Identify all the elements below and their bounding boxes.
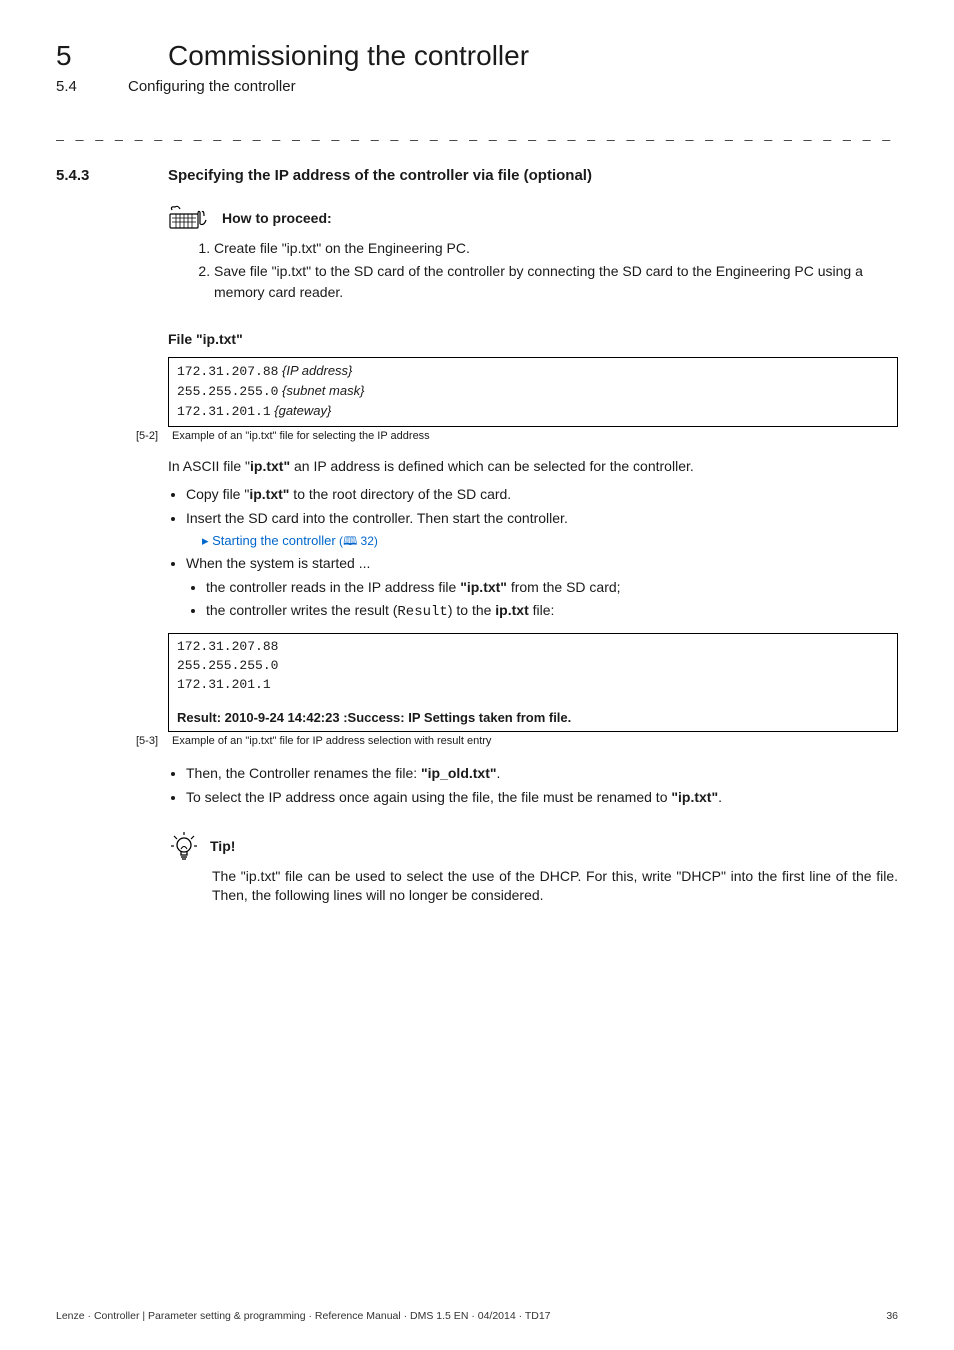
code-box-iptxt: 172.31.207.88 {IP address} 255.255.255.0… bbox=[168, 357, 898, 427]
code-line: 172.31.207.88 bbox=[177, 638, 889, 657]
list-item: Then, the Controller renames the file: "… bbox=[186, 763, 898, 785]
divider-line: _ _ _ _ _ _ _ _ _ _ _ _ _ _ _ _ _ _ _ _ … bbox=[56, 125, 898, 141]
code-line: 172.31.201.1 bbox=[177, 676, 889, 695]
chapter-number: 5 bbox=[56, 40, 128, 72]
section-number-top: 5.4 bbox=[56, 78, 128, 95]
caption-tag: [5-2] bbox=[130, 430, 158, 442]
procedure-step: Create file "ip.txt" on the Engineering … bbox=[214, 238, 898, 259]
code-note: {subnet mask} bbox=[282, 383, 364, 398]
footer-text: Lenze · Controller | Parameter setting &… bbox=[56, 1310, 551, 1322]
subsection-number: 5.4.3 bbox=[56, 167, 128, 184]
code-note: {IP address} bbox=[282, 363, 352, 378]
page-number: 36 bbox=[886, 1310, 898, 1322]
tip-body: The "ip.txt" file can be used to select … bbox=[212, 867, 898, 906]
caption-text: Example of an "ip.txt" file for IP addre… bbox=[172, 735, 491, 747]
procedure-step: Save file "ip.txt" to the SD card of the… bbox=[214, 261, 898, 303]
list-item: To select the IP address once again usin… bbox=[186, 787, 898, 809]
code-box-result: 172.31.207.88 255.255.255.0 172.31.201.1… bbox=[168, 633, 898, 732]
list-item: Insert the SD card into the controller. … bbox=[186, 508, 898, 552]
page-reference: (🕮 32) bbox=[336, 534, 378, 548]
result-line: Result: 2010-9-24 14:42:23 :Success: IP … bbox=[177, 709, 889, 728]
bullet-list: Then, the Controller renames the file: "… bbox=[168, 763, 898, 808]
lightbulb-icon bbox=[168, 831, 200, 861]
procedure-list: Create file "ip.txt" on the Engineering … bbox=[214, 238, 898, 303]
list-item: When the system is started ... the contr… bbox=[186, 553, 898, 623]
list-item: the controller reads in the IP address f… bbox=[206, 577, 898, 598]
caption-tag: [5-3] bbox=[130, 735, 158, 747]
tip-label: Tip! bbox=[210, 838, 235, 854]
paragraph: In ASCII file "ip.txt" an IP address is … bbox=[168, 456, 898, 476]
chapter-title: Commissioning the controller bbox=[168, 40, 529, 72]
code-note: {gateway} bbox=[274, 403, 331, 418]
subsection-title: Specifying the IP address of the control… bbox=[168, 167, 592, 184]
cross-reference-link[interactable]: Starting the controller bbox=[212, 533, 336, 548]
list-item: the controller writes the result (Result… bbox=[206, 600, 898, 623]
arrow-icon: ▸ bbox=[202, 533, 212, 548]
code-line: 255.255.255.0 bbox=[177, 384, 278, 399]
section-title-top: Configuring the controller bbox=[128, 78, 296, 95]
code-line: 172.31.201.1 bbox=[177, 404, 271, 419]
keyboard-hand-icon bbox=[168, 204, 212, 232]
code-line: 172.31.207.88 bbox=[177, 364, 278, 379]
file-block-title: File "ip.txt" bbox=[168, 331, 898, 347]
caption-text: Example of an "ip.txt" file for selectin… bbox=[172, 430, 430, 442]
book-icon: 🕮 bbox=[343, 534, 357, 548]
bullet-list: Copy file "ip.txt" to the root directory… bbox=[168, 484, 898, 623]
how-to-proceed-label: How to proceed: bbox=[222, 210, 332, 226]
code-line: 255.255.255.0 bbox=[177, 657, 889, 676]
list-item: Copy file "ip.txt" to the root directory… bbox=[186, 484, 898, 506]
